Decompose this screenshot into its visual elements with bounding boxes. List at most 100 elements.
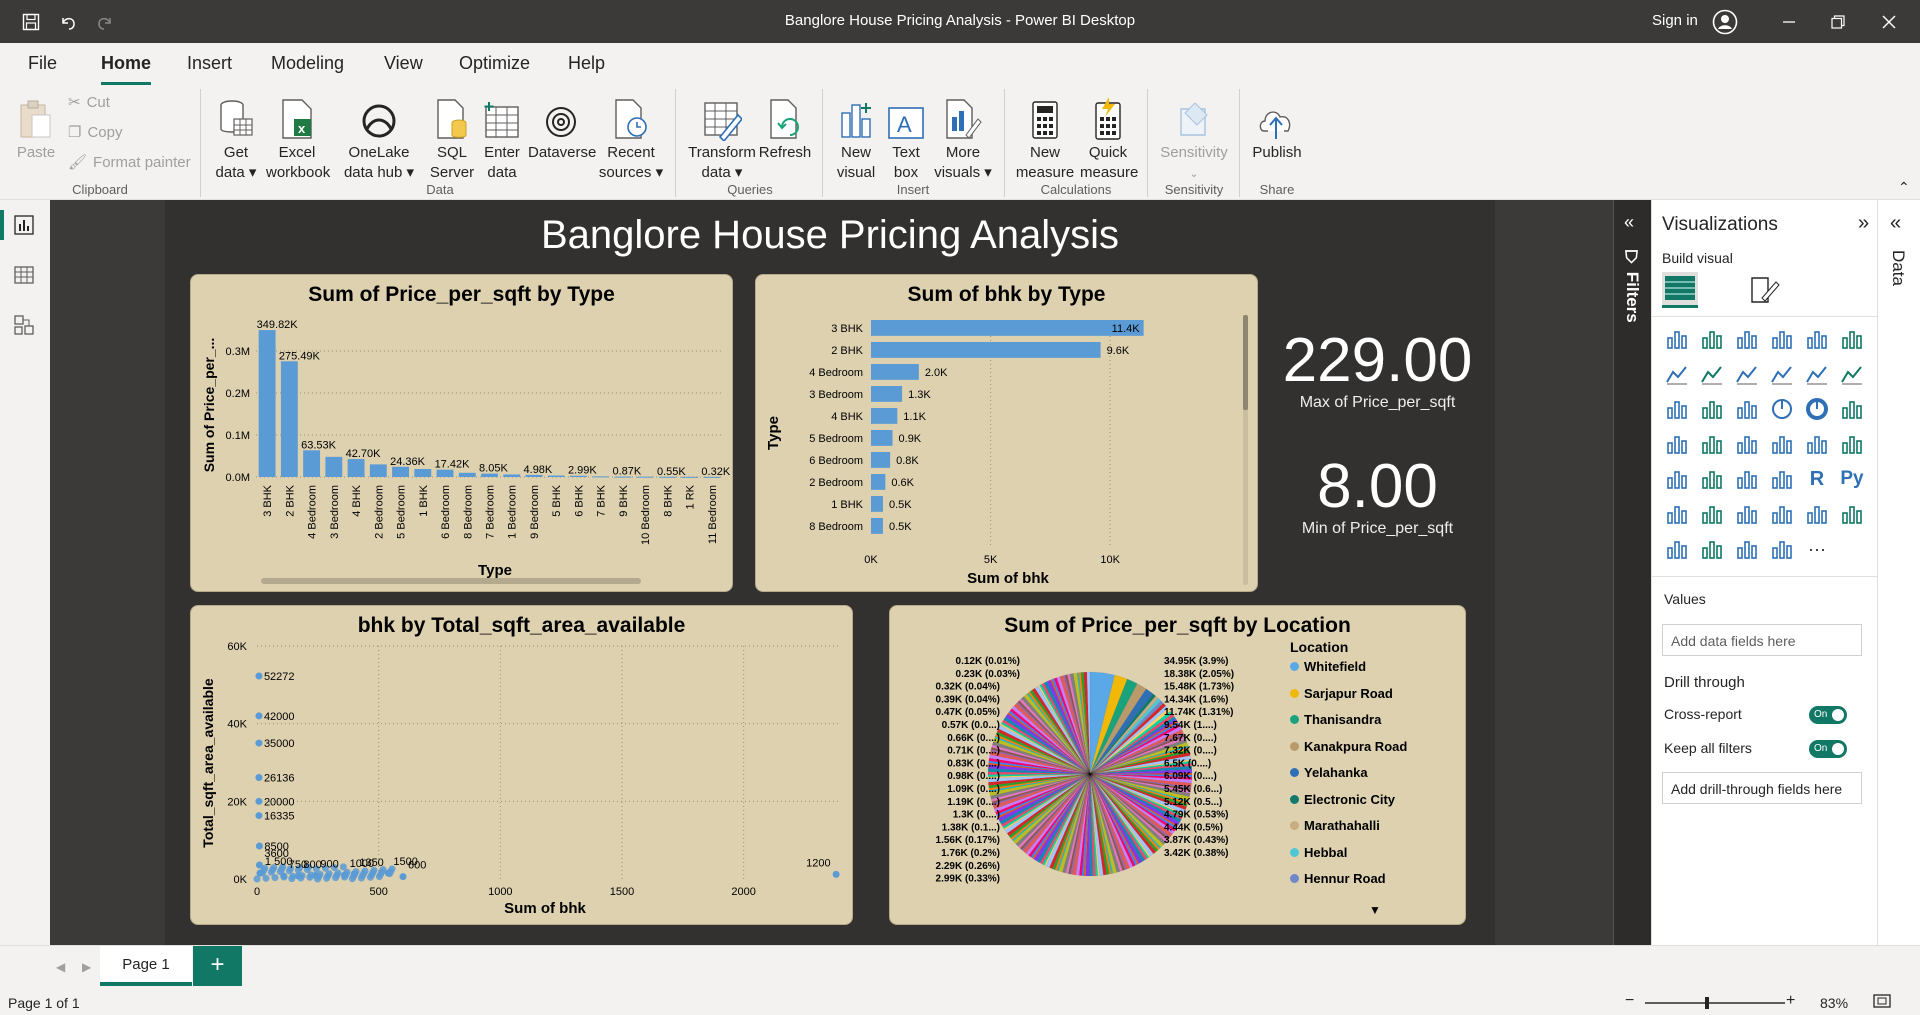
scatter-icon[interactable]	[1732, 394, 1762, 424]
stacked-bar-icon[interactable]	[1662, 324, 1692, 354]
legend-item[interactable]: Sarjapur Road	[1290, 686, 1393, 701]
kpi-min-price[interactable]: 8.00 Min of Price_per_sqft	[1270, 454, 1485, 538]
excel-workbook-button[interactable]: x Excel workbook	[266, 93, 330, 183]
chart-price-by-type[interactable]: Sum of Price_per_sqft by Type 0.0M 0.1M 0.…	[190, 274, 733, 592]
map-icon[interactable]	[1662, 429, 1692, 459]
funnel-icon[interactable]	[1697, 394, 1727, 424]
menu-view[interactable]: View	[384, 53, 423, 74]
dataverse-button[interactable]: Dataverse	[528, 93, 596, 163]
next-page-icon[interactable]: ▶	[82, 960, 91, 974]
publish-button[interactable]: Publish	[1248, 93, 1306, 163]
100-column-icon[interactable]	[1837, 324, 1867, 354]
model-view-icon[interactable]	[13, 314, 35, 336]
kpi-max-price[interactable]: 229.00 Max of Price_per_sqft	[1270, 328, 1485, 412]
collapse-ribbon-icon[interactable]: ⌃	[1898, 179, 1910, 196]
drill-through-drop-zone[interactable]: Add drill-through fields here	[1662, 772, 1862, 804]
copy-button[interactable]: ❐ Copy	[68, 123, 122, 142]
minimize-icon[interactable]	[1778, 11, 1800, 33]
line-column-icon[interactable]	[1767, 359, 1797, 389]
filters-pane-collapsed[interactable]: « ⛉ Filters	[1613, 200, 1651, 945]
more-visuals-icon[interactable]: ···	[1802, 534, 1832, 564]
text-box-button[interactable]: A Text box	[884, 93, 928, 183]
legend-item[interactable]: Hebbal	[1290, 845, 1347, 860]
keep-filters-toggle[interactable]: On	[1809, 740, 1847, 758]
paginated-report-icon[interactable]	[1837, 499, 1867, 529]
menu-home[interactable]: Home	[101, 53, 152, 85]
waterfall-icon[interactable]	[1662, 394, 1692, 424]
expand-data-icon[interactable]: «	[1890, 212, 1901, 235]
table-view-icon[interactable]	[13, 264, 35, 286]
multirow-card-icon[interactable]	[1837, 429, 1867, 459]
onelake-data-hub-button[interactable]: OneLake data hub ▾	[332, 93, 426, 183]
chevron-icon[interactable]	[1767, 534, 1797, 564]
tab-page-1[interactable]: Page 1	[100, 946, 192, 986]
clustered-bar-icon[interactable]	[1732, 324, 1762, 354]
chart-bhk-by-type[interactable]: Sum of bhk by Type 0K 5K 10K 3 BHK 11.4K 2 BH…	[755, 274, 1258, 592]
power-bi-icon[interactable]	[1732, 534, 1762, 564]
ribbon-chart-icon[interactable]	[1837, 359, 1867, 389]
gauge-icon[interactable]	[1767, 429, 1797, 459]
data-pane-collapsed[interactable]: « Data	[1877, 200, 1920, 945]
pie-icon[interactable]	[1767, 394, 1797, 424]
kpi-icon[interactable]	[1662, 464, 1692, 494]
sensitivity-button[interactable]: Sensitivity ⌄	[1158, 93, 1230, 184]
close-icon[interactable]	[1878, 11, 1900, 33]
slicer-icon[interactable]	[1697, 464, 1727, 494]
expand-filters-icon[interactable]: «	[1624, 212, 1634, 233]
r-visual-icon[interactable]: R	[1802, 464, 1832, 494]
account-icon[interactable]	[1712, 9, 1738, 35]
legend-item[interactable]: Yelahanka	[1290, 765, 1368, 780]
sign-in-link[interactable]: Sign in	[1652, 12, 1698, 29]
prev-page-icon[interactable]: ◀	[56, 960, 65, 974]
stacked-area-icon[interactable]	[1732, 359, 1762, 389]
azure-map-icon[interactable]	[1732, 429, 1762, 459]
line-chart-icon[interactable]	[1662, 359, 1692, 389]
zoom-slider[interactable]	[1645, 997, 1785, 1009]
menu-file[interactable]: File	[28, 53, 57, 74]
legend-item[interactable]: Marathahalli	[1290, 818, 1380, 833]
legend-item[interactable]: Hennur Road	[1290, 871, 1386, 886]
100-bar-icon[interactable]	[1802, 324, 1832, 354]
chart-price-by-location[interactable]: Sum of Price_per_sqft by Location 34.95K…	[889, 605, 1466, 925]
quick-measure-button[interactable]: Quick measure	[1080, 93, 1138, 183]
menu-optimize[interactable]: Optimize	[459, 53, 530, 74]
report-view-icon[interactable]	[13, 214, 35, 236]
format-visual-tab[interactable]	[1748, 274, 1780, 306]
legend-scroll-down-icon[interactable]: ▼	[1369, 903, 1381, 917]
qa-icon[interactable]	[1732, 499, 1762, 529]
new-measure-button[interactable]: New measure	[1014, 93, 1076, 183]
cut-button[interactable]: ✂ Cut	[68, 93, 110, 112]
clustered-column-icon[interactable]	[1767, 324, 1797, 354]
zoom-in-button[interactable]: +	[1786, 992, 1795, 1010]
power-automate-icon[interactable]	[1697, 534, 1727, 564]
metrics-icon[interactable]	[1802, 499, 1832, 529]
legend-item[interactable]: Kanakpura Road	[1290, 739, 1407, 754]
values-drop-zone[interactable]: Add data fields here	[1662, 624, 1862, 656]
treemap-icon[interactable]	[1837, 394, 1867, 424]
build-visual-tab[interactable]	[1662, 272, 1698, 308]
legend-item[interactable]: Electronic City	[1290, 792, 1395, 807]
restore-icon[interactable]	[1827, 11, 1849, 33]
matrix-icon[interactable]	[1767, 464, 1797, 494]
power-apps-icon[interactable]	[1662, 534, 1692, 564]
zoom-out-button[interactable]: −	[1625, 992, 1634, 1010]
menu-insert[interactable]: Insert	[187, 53, 232, 74]
stacked-column-icon[interactable]	[1697, 324, 1727, 354]
legend-item[interactable]: Whitefield	[1290, 659, 1366, 674]
filled-map-icon[interactable]	[1697, 429, 1727, 459]
menu-modeling[interactable]: Modeling	[271, 53, 344, 74]
get-data-button[interactable]: Get data ▾	[212, 93, 260, 183]
more-visuals-button[interactable]: More visuals ▾	[932, 93, 994, 183]
fit-page-icon[interactable]	[1872, 992, 1892, 1010]
line-clustered-icon[interactable]	[1802, 359, 1832, 389]
sql-server-button[interactable]: SQL Server	[428, 93, 476, 183]
enter-data-button[interactable]: Enter data	[480, 93, 524, 183]
zoom-slider-thumb[interactable]	[1705, 997, 1709, 1009]
donut-icon[interactable]	[1802, 394, 1832, 424]
python-visual-icon[interactable]: Py	[1837, 464, 1867, 494]
refresh-button[interactable]: Refresh	[758, 93, 812, 163]
key-influencers-icon[interactable]	[1662, 499, 1692, 529]
area-chart-icon[interactable]	[1697, 359, 1727, 389]
cross-report-toggle[interactable]: On	[1809, 706, 1847, 724]
table-icon[interactable]	[1732, 464, 1762, 494]
